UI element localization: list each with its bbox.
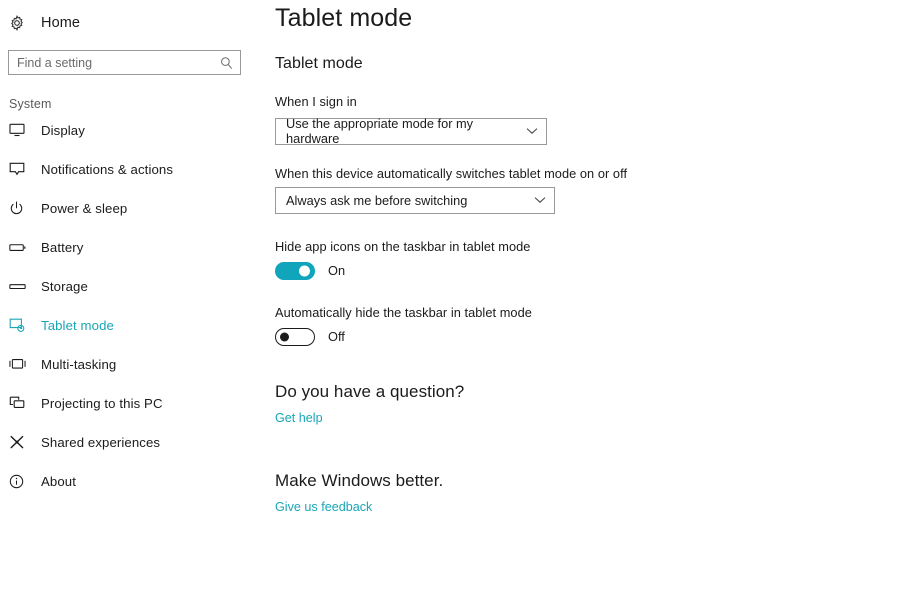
sidebar-item-label: Tablet mode bbox=[41, 317, 114, 333]
search-input[interactable] bbox=[9, 51, 240, 74]
sign-in-label: When I sign in bbox=[275, 94, 357, 109]
power-icon bbox=[9, 201, 31, 216]
storage-icon bbox=[9, 281, 31, 292]
sidebar-item-display[interactable]: Display bbox=[0, 117, 265, 143]
sidebar-item-power-sleep[interactable]: Power & sleep bbox=[0, 195, 265, 221]
sidebar-item-label: Multi-tasking bbox=[41, 356, 117, 372]
auto-hide-taskbar-label: Automatically hide the taskbar in tablet… bbox=[275, 304, 532, 320]
multitasking-icon bbox=[9, 358, 31, 370]
question-heading: Do you have a question? bbox=[275, 381, 465, 401]
auto-switch-selected-value: Always ask me before switching bbox=[286, 192, 468, 208]
hide-app-icons-row: On bbox=[275, 261, 910, 280]
chevron-down-icon bbox=[526, 127, 538, 135]
sidebar-item-about[interactable]: About bbox=[0, 468, 265, 494]
sidebar-item-label: Power & sleep bbox=[41, 200, 128, 216]
sidebar-item-label: Battery bbox=[41, 239, 84, 255]
info-icon bbox=[9, 474, 31, 489]
sidebar-item-storage[interactable]: Storage bbox=[0, 273, 265, 299]
sidebar-item-notifications-actions[interactable]: Notifications & actions bbox=[0, 156, 265, 182]
sidebar-item-label: Display bbox=[41, 122, 85, 138]
sidebar-nav: Display Notifications & actions Power & … bbox=[0, 117, 265, 494]
sidebar-item-label: Shared experiences bbox=[41, 434, 161, 450]
shared-experiences-icon bbox=[9, 435, 31, 450]
hide-app-icons-state: On bbox=[328, 263, 346, 278]
sidebar-item-home[interactable]: Home bbox=[0, 8, 265, 38]
notification-icon bbox=[9, 162, 31, 176]
sidebar-item-shared-experiences[interactable]: Shared experiences bbox=[0, 429, 265, 455]
toggle-knob bbox=[280, 332, 289, 341]
sidebar-group-label: System bbox=[9, 97, 52, 111]
auto-hide-taskbar-toggle[interactable] bbox=[275, 327, 315, 346]
give-us-feedback-link[interactable]: Give us feedback bbox=[275, 500, 372, 514]
sidebar: Home System Display bbox=[0, 0, 265, 609]
chevron-down-icon bbox=[534, 196, 546, 204]
projecting-icon bbox=[9, 396, 31, 410]
monitor-icon bbox=[9, 123, 31, 137]
home-label: Home bbox=[41, 15, 81, 31]
page-title: Tablet mode bbox=[275, 4, 413, 32]
sidebar-item-label: Storage bbox=[41, 278, 88, 294]
gear-icon bbox=[9, 15, 31, 31]
auto-hide-taskbar-state: Off bbox=[328, 329, 345, 344]
auto-switch-label: When this device automatically switches … bbox=[275, 165, 628, 181]
get-help-link[interactable]: Get help bbox=[275, 411, 323, 425]
hide-app-icons-label: Hide app icons on the taskbar in tablet … bbox=[275, 238, 531, 254]
sign-in-dropdown[interactable]: Use the appropriate mode for my hardware bbox=[275, 116, 547, 146]
sidebar-item-tablet-mode[interactable]: Tablet mode bbox=[0, 312, 265, 338]
sidebar-item-battery[interactable]: Battery bbox=[0, 234, 265, 260]
hide-app-icons-toggle[interactable] bbox=[275, 261, 315, 280]
main-content: Tablet mode Tablet mode When I sign in U… bbox=[265, 0, 910, 609]
battery-icon bbox=[9, 242, 31, 253]
auto-switch-dropdown[interactable]: Always ask me before switching bbox=[275, 186, 555, 214]
sidebar-item-label: Notifications & actions bbox=[41, 161, 174, 177]
search-icon[interactable] bbox=[220, 56, 233, 69]
sidebar-item-label: Projecting to this PC bbox=[41, 395, 163, 411]
search-box[interactable] bbox=[8, 50, 241, 75]
section-title: Tablet mode bbox=[275, 55, 363, 72]
toggle-knob bbox=[299, 265, 310, 276]
sidebar-item-multi-tasking[interactable]: Multi-tasking bbox=[0, 351, 265, 377]
sidebar-item-projecting-to-this-pc[interactable]: Projecting to this PC bbox=[0, 390, 265, 416]
tablet-mode-icon bbox=[9, 318, 31, 333]
sign-in-selected-value: Use the appropriate mode for my hardware bbox=[286, 116, 474, 146]
sidebar-item-label: About bbox=[41, 473, 76, 489]
settings-window: Home System Display bbox=[0, 0, 910, 609]
auto-hide-taskbar-row: Off bbox=[275, 327, 910, 346]
feedback-heading: Make Windows better. bbox=[275, 470, 444, 490]
